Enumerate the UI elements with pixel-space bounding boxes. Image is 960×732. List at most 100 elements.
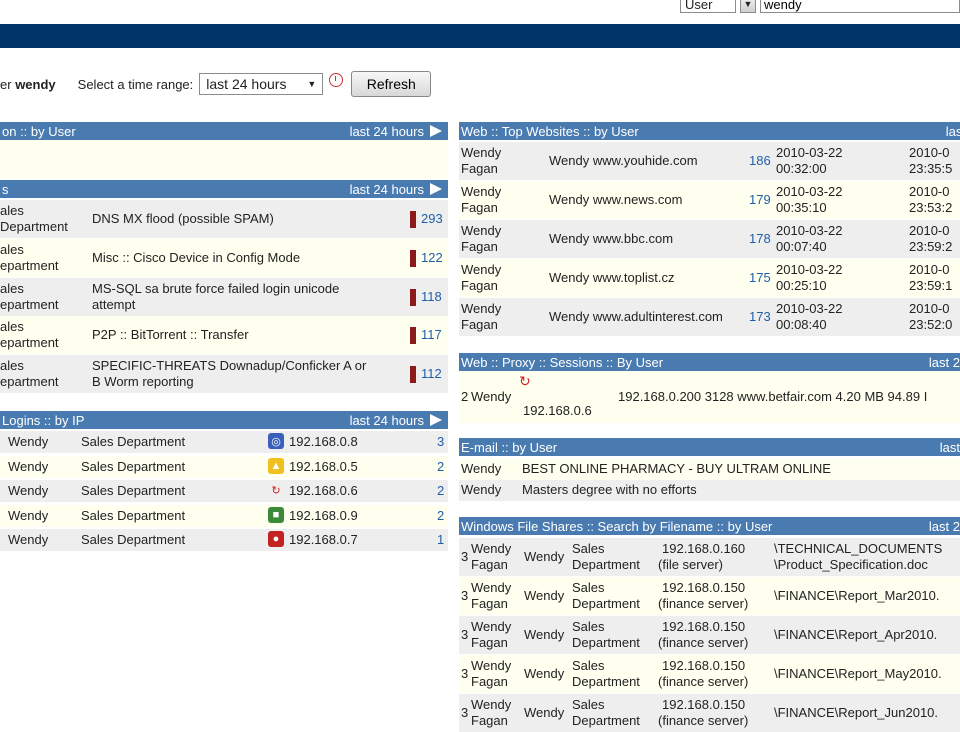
website: Wendy www.youhide.com xyxy=(549,153,698,168)
table-row[interactable]: Wendy Sales Department ■ 192.168.0.9 2 xyxy=(0,504,448,527)
table-row[interactable]: 3 Wendy Fagan Wendy Sales Department 192.168.0… xyxy=(459,577,960,615)
server-ip: 192.168.0.150 xyxy=(662,619,746,634)
website: Wendy www.toplist.cz xyxy=(549,270,675,285)
visit-count[interactable]: 178 xyxy=(749,231,771,247)
department-line1: Sales xyxy=(572,619,605,634)
department-line1: Sales xyxy=(572,658,605,673)
share-index: 3 xyxy=(461,627,469,642)
table-row[interactable]: Wendy Sales Department ▲ 192.168.0.5 2 xyxy=(0,455,448,478)
table-row[interactable]: 3 Wendy Fagan Wendy Sales Department 192.168.0… xyxy=(459,694,960,732)
table-row[interactable]: Wendy Fagan Wendy www.news.com 179 2010-03-2… xyxy=(459,181,960,219)
file-path: \FINANCE\Report_Jun2010. xyxy=(774,705,939,720)
last-visit-time: 23:52:0 xyxy=(909,317,953,332)
table-row[interactable]: Wendy Sales Department ● 192.168.0.7 1 xyxy=(0,529,448,552)
alert-count[interactable]: 118 xyxy=(421,289,442,305)
login-count[interactable]: 1 xyxy=(437,532,444,548)
department-line2: epartment xyxy=(0,257,59,273)
panel-header-logins: Logins :: by IP last 24 hours xyxy=(0,411,448,429)
panel-range[interactable]: last 24 hours xyxy=(350,182,424,197)
panel-header-proxy: Web :: Proxy :: Sessions :: By User last… xyxy=(459,353,960,371)
table-row[interactable]: Wendy Fagan Wendy www.adultinterest.com 173… xyxy=(459,298,960,336)
visit-count[interactable]: 179 xyxy=(749,192,771,208)
panel-range[interactable]: last 24 hours xyxy=(350,124,424,139)
share-user: Wendy xyxy=(524,549,565,564)
server-name: (file server) xyxy=(658,557,724,572)
time-range-label: Select a time range: xyxy=(77,76,194,92)
table-row[interactable]: Wendy Fagan Wendy www.bbc.com 178 2010-03-22… xyxy=(459,220,960,258)
share-index: 3 xyxy=(461,705,469,720)
alert-count[interactable]: 293 xyxy=(421,211,443,227)
last-visit-time: 23:53:2 xyxy=(909,200,953,215)
table-row[interactable]: Wendy Fagan Wendy www.toplist.cz 175 2010-03… xyxy=(459,259,960,297)
email-subject: Masters degree with no efforts xyxy=(522,482,697,497)
table-row[interactable]: Wendy Sales Department ◎ 192.168.0.8 3 xyxy=(0,431,448,453)
search-type-select[interactable]: User xyxy=(680,0,736,13)
table-row[interactable]: ales epartment Misc :: Cisco Device in Con… xyxy=(0,238,448,277)
panel-title: s xyxy=(2,181,9,197)
clock-icon[interactable] xyxy=(329,73,344,87)
login-count[interactable]: 2 xyxy=(437,508,444,524)
severity-bar xyxy=(410,366,416,384)
file-path: \TECHNICAL_DOCUMENTS xyxy=(774,541,943,556)
visit-count[interactable]: 175 xyxy=(749,270,771,286)
table-row[interactable]: Wendy Sales Department ↻ 192.168.0.6 2 xyxy=(0,480,448,503)
expand-arrow-icon[interactable] xyxy=(430,414,442,426)
table-row[interactable]: 3 Wendy Fagan Wendy Sales Department 192.168.0… xyxy=(459,538,960,576)
user-last-name: Fagan xyxy=(461,317,498,332)
table-row[interactable]: 3 Wendy Fagan Wendy Sales Department 192.168.0… xyxy=(459,616,960,654)
current-user-name: wendy xyxy=(15,76,56,92)
first-visit-time: 00:07:40 xyxy=(776,239,827,254)
panel-title: Windows File Shares :: Search by Filenam… xyxy=(461,518,773,534)
chevron-down-icon[interactable]: ▼ xyxy=(740,0,756,13)
table-row[interactable]: ales epartment MS-SQL sa brute force faile… xyxy=(0,277,448,316)
last-visit-time: 23:59:2 xyxy=(909,239,953,254)
panel-range[interactable]: last 2 xyxy=(929,355,960,370)
table-row[interactable]: Wendy BEST ONLINE PHARMACY - BUY ULTRAM O… xyxy=(459,459,960,480)
visit-count[interactable]: 186 xyxy=(749,153,771,169)
panel-range[interactable]: last xyxy=(940,440,960,455)
alert-count[interactable]: 112 xyxy=(421,366,442,382)
login-count[interactable]: 2 xyxy=(437,459,444,475)
proxy-session-row[interactable]: 2 Wendy ↻ 192.168.0.6 192.168.0.200 3128… xyxy=(459,371,960,423)
panel-range[interactable]: last xyxy=(946,124,960,139)
time-range-select[interactable]: last 24 hours ▼ xyxy=(199,73,324,95)
refresh-button[interactable]: Refresh xyxy=(351,71,432,97)
table-row[interactable]: ales epartment P2P :: BitTorrent :: Transf… xyxy=(0,316,448,355)
panel-range[interactable]: last 2 xyxy=(929,519,960,534)
search-input[interactable] xyxy=(760,0,960,13)
table-row[interactable]: ales epartment SPECIFIC-THREATS Downadup/C… xyxy=(0,355,448,394)
table-row[interactable]: ales Department DNS MX flood (possible SPA… xyxy=(0,200,448,238)
visit-count[interactable]: 173 xyxy=(749,309,771,325)
share-user: Wendy xyxy=(524,627,565,642)
user-first-name: Wendy xyxy=(471,658,512,673)
alert-count[interactable]: 122 xyxy=(421,250,443,266)
table-row[interactable]: Wendy Masters degree with no efforts xyxy=(459,480,960,501)
user-last-name: Fagan xyxy=(471,713,508,728)
os-icon-blue: ◎ xyxy=(268,433,284,449)
email-user: Wendy xyxy=(461,461,502,476)
expand-arrow-icon[interactable] xyxy=(430,125,442,137)
login-department: Sales Department xyxy=(81,458,186,474)
chevron-down-icon: ▼ xyxy=(307,79,317,89)
department-line1: ales xyxy=(0,203,24,218)
last-visit-date: 2010-0 xyxy=(909,184,950,199)
share-index: 3 xyxy=(461,549,469,564)
department-line1: Sales xyxy=(572,697,605,712)
user-first-name: Wendy xyxy=(461,223,502,238)
panel-title: on :: by User xyxy=(2,123,76,139)
file-path: \FINANCE\Report_Apr2010. xyxy=(774,627,938,642)
alert-description-line2: B Worm reporting xyxy=(92,374,194,390)
table-row[interactable]: Wendy Fagan Wendy www.youhide.com 186 2010-0… xyxy=(459,142,960,180)
website: Wendy www.bbc.com xyxy=(549,231,674,246)
panel-range[interactable]: last 24 hours xyxy=(350,413,424,428)
table-row[interactable]: 3 Wendy Fagan Wendy Sales Department 192.168.0… xyxy=(459,655,960,693)
share-index: 3 xyxy=(461,588,469,603)
login-count[interactable]: 2 xyxy=(437,483,444,499)
expand-arrow-icon[interactable] xyxy=(430,183,442,195)
file-path: \FINANCE\Report_May2010. xyxy=(774,666,942,681)
panel-title: Logins :: by IP xyxy=(2,412,85,428)
alert-count[interactable]: 117 xyxy=(421,327,442,343)
first-visit-time: 00:35:10 xyxy=(776,200,827,215)
login-count[interactable]: 3 xyxy=(437,434,444,450)
panel-header-web: Web :: Top Websites :: by User last xyxy=(459,122,960,140)
